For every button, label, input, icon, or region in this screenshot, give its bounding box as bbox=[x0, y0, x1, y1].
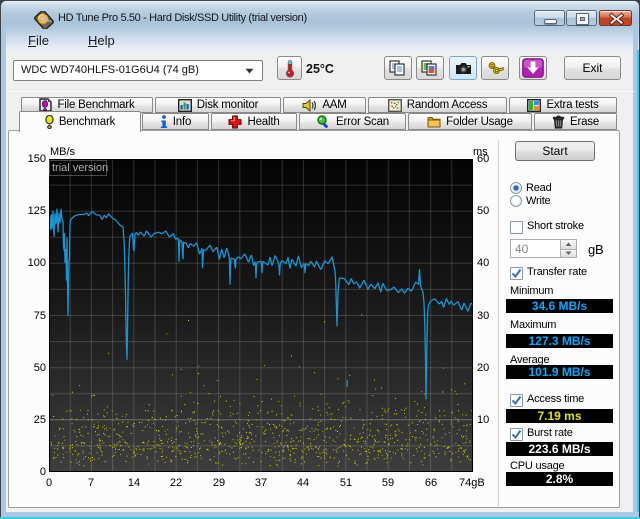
svg-text:trial version: trial version bbox=[52, 162, 108, 174]
